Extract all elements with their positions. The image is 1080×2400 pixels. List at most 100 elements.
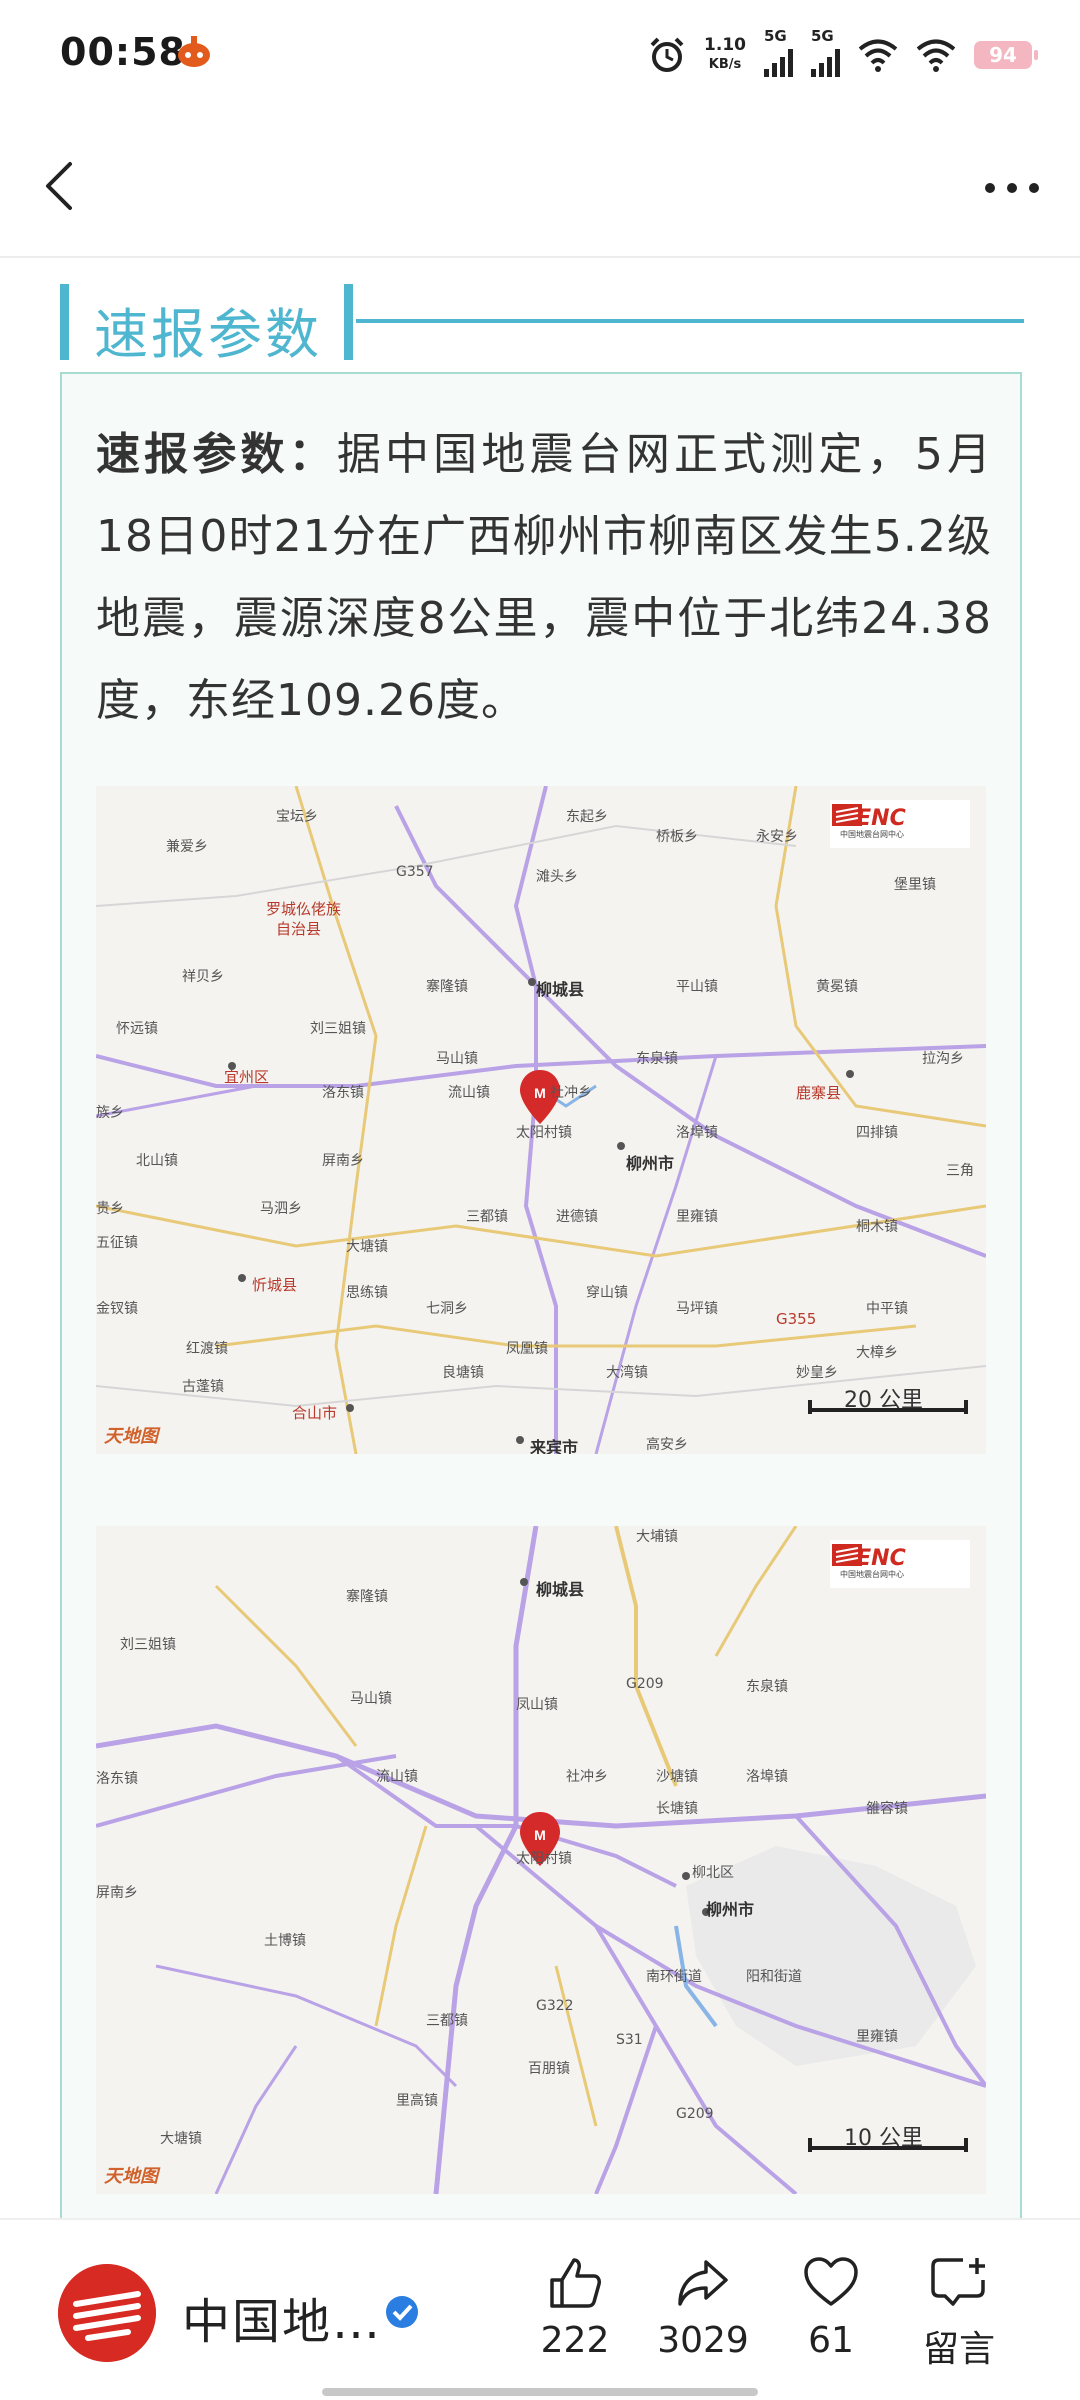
map-place-label: 洛埠镇 (746, 1769, 788, 1785)
map-place-label: 宜州区 (224, 1068, 270, 1086)
svg-text:M: M (534, 1827, 546, 1843)
bottom-action-bar: 中国地… 222 3029 61 留言 (0, 2218, 1080, 2400)
map-place-label: 大塘镇 (160, 2131, 202, 2147)
map-place-label: G355 (776, 1310, 817, 1328)
map-place-label: 寨隆镇 (426, 979, 468, 995)
map-place-label: G322 (536, 1998, 574, 2014)
map-place-label: 忻城县 (252, 1276, 298, 1294)
share-button[interactable]: 3029 (648, 2254, 758, 2361)
map-place-label: 合山市 (292, 1404, 338, 1422)
map-place-label: 屏南乡 (96, 1885, 138, 1901)
more-options-icon[interactable] (980, 168, 1044, 208)
map-place-label: 大塘镇 (346, 1239, 388, 1255)
scale-line (808, 1400, 968, 1414)
alarm-icon (650, 37, 684, 72)
map-place-label: 百朋镇 (528, 2061, 570, 2077)
cenc-brand-sub-2: 中国地震台网中心 (840, 1570, 904, 1579)
map-place-label: 东泉镇 (746, 1679, 788, 1695)
map-place-label: G209 (676, 2106, 714, 2122)
avatar[interactable] (58, 2264, 156, 2362)
back-icon[interactable] (36, 158, 88, 214)
map-place-label: 怀远镇 (116, 1021, 158, 1037)
epicenter-map-10km[interactable]: M 大埔镇 寨隆镇 柳城县 刘三姐镇 G209 东泉镇 马山镇 凤山镇 洛东镇 流山镇 社冲乡 沙塘镇… (96, 1526, 986, 2194)
map-place-label: 流山镇 (448, 1085, 490, 1101)
map-place-label: 大樟乡 (856, 1345, 898, 1361)
map-place-label: 罗城仫佬族 (266, 900, 342, 918)
map-place-label: 滩头乡 (536, 869, 578, 885)
map-place-label: 东泉镇 (636, 1051, 678, 1067)
article-lead: 速报参数： (96, 429, 337, 480)
map-place-label: 中平镇 (866, 1301, 908, 1317)
map-place-label: 拉沟乡 (922, 1051, 964, 1067)
map-place-label: 太阳村镇 (516, 1125, 572, 1141)
map-place-label: 社冲乡 (550, 1085, 592, 1101)
map-place-label: 妙皇乡 (796, 1365, 838, 1381)
map-place-label: 沙塘镇 (656, 1769, 698, 1785)
map-place-label: 寨隆镇 (346, 1589, 388, 1605)
map-place-label: 凤凰镇 (506, 1341, 548, 1357)
map-place-label: 土博镇 (264, 1933, 306, 1949)
map-place-label: 古蓬镇 (182, 1379, 224, 1395)
map-place-label: 柳州市 (626, 1154, 675, 1173)
map-place-label: 马坪镇 (676, 1301, 718, 1317)
epicenter-map-20km[interactable]: M 宝坛乡 东起乡 桥板乡 永安乡 兼爱乡 G357 滩头乡 堡里镇 罗城仫佬族 自治县 祥贝乡 寨隆… (96, 786, 986, 1454)
map-place-label: 里雍镇 (856, 2029, 898, 2045)
map-place-label: 凤山镇 (516, 1697, 558, 1713)
thumbs-up-icon (550, 2258, 601, 2308)
section-bar-right (344, 284, 353, 360)
map-place-label: 祥贝乡 (182, 969, 224, 985)
sim1-signal-icon: 5G (764, 27, 793, 77)
account-name[interactable]: 中国地… (182, 2282, 382, 2352)
map-place-label: 永安乡 (756, 829, 798, 845)
map-place-label: 桐木镇 (856, 1219, 898, 1235)
map-place-label: 流山镇 (376, 1769, 418, 1785)
cenc-avatar-icon (58, 2264, 156, 2362)
like-count: 222 (540, 2320, 610, 2361)
map-place-label: 北山镇 (136, 1153, 178, 1169)
section-title: 速报参数 (94, 303, 322, 366)
network-speed-unit: KB/s (708, 57, 742, 72)
map-place-label: 兼爱乡 (166, 839, 208, 855)
verified-badge-icon (386, 2296, 418, 2328)
map-place-label: 自治县 (276, 920, 322, 938)
map-place-label: 屏南乡 (322, 1153, 364, 1169)
map-place-label: 马山镇 (350, 1691, 392, 1707)
heart-icon (804, 2257, 858, 2306)
map-place-label: 雒容镇 (866, 1801, 908, 1817)
map-place-label: 堡里镇 (894, 877, 936, 893)
article-box: 速报参数：据中国地震台网正式测定，5月18日0时21分在广西柳州市柳南区发生5.… (60, 372, 1022, 2222)
map-place-label: 柳北区 (692, 1865, 734, 1881)
share-icon (678, 2260, 728, 2306)
cenc-logo-2: CENC 中国地震台网中心 (830, 1540, 970, 1588)
comment-add-icon (931, 2258, 985, 2306)
map-place-label: 思练镇 (346, 1285, 388, 1301)
favorite-button[interactable]: 61 (776, 2254, 886, 2361)
tianditu-watermark-2: 天地图 (104, 2166, 158, 2187)
map-place-label: 太阳村镇 (516, 1851, 572, 1867)
map-place-label: 阳和街道 (746, 1969, 802, 1985)
map-place-label: 金钗镇 (96, 1301, 138, 1317)
map-place-label: 高安乡 (646, 1437, 688, 1453)
map-place-label: 洛东镇 (96, 1771, 138, 1787)
status-bar: 00:58 1.10 KB/s 5G 5G 94 (0, 0, 1080, 110)
map-place-label: 洛东镇 (322, 1085, 364, 1101)
section-header: 速报参数 (60, 284, 1024, 366)
map-place-label: 里高镇 (396, 2093, 438, 2109)
map-place-label: 大埔镇 (636, 1529, 678, 1545)
map-place-label: 社冲乡 (566, 1769, 608, 1785)
map-place-label: 长塘镇 (656, 1801, 698, 1817)
comment-label: 留言 (922, 2329, 995, 2370)
map-place-label: 马泗乡 (260, 1201, 302, 1217)
map-place-label: 来宾市 (530, 1438, 579, 1454)
network-speed-value: 1.10 (704, 35, 746, 55)
map-place-label: 洛埠镇 (676, 1125, 718, 1141)
home-indicator[interactable] (322, 2388, 758, 2396)
map-place-label: 大湾镇 (606, 1365, 648, 1381)
status-time: 00:58 (60, 30, 186, 74)
map-place-label: G209 (626, 1676, 664, 1692)
map-place-label: 良塘镇 (442, 1365, 484, 1381)
like-button[interactable]: 222 (520, 2254, 630, 2361)
map-place-label: 刘三姐镇 (310, 1021, 366, 1037)
cenc-emblem-icon-2 (832, 1544, 862, 1566)
comment-button[interactable]: 留言 (904, 2254, 1014, 2372)
